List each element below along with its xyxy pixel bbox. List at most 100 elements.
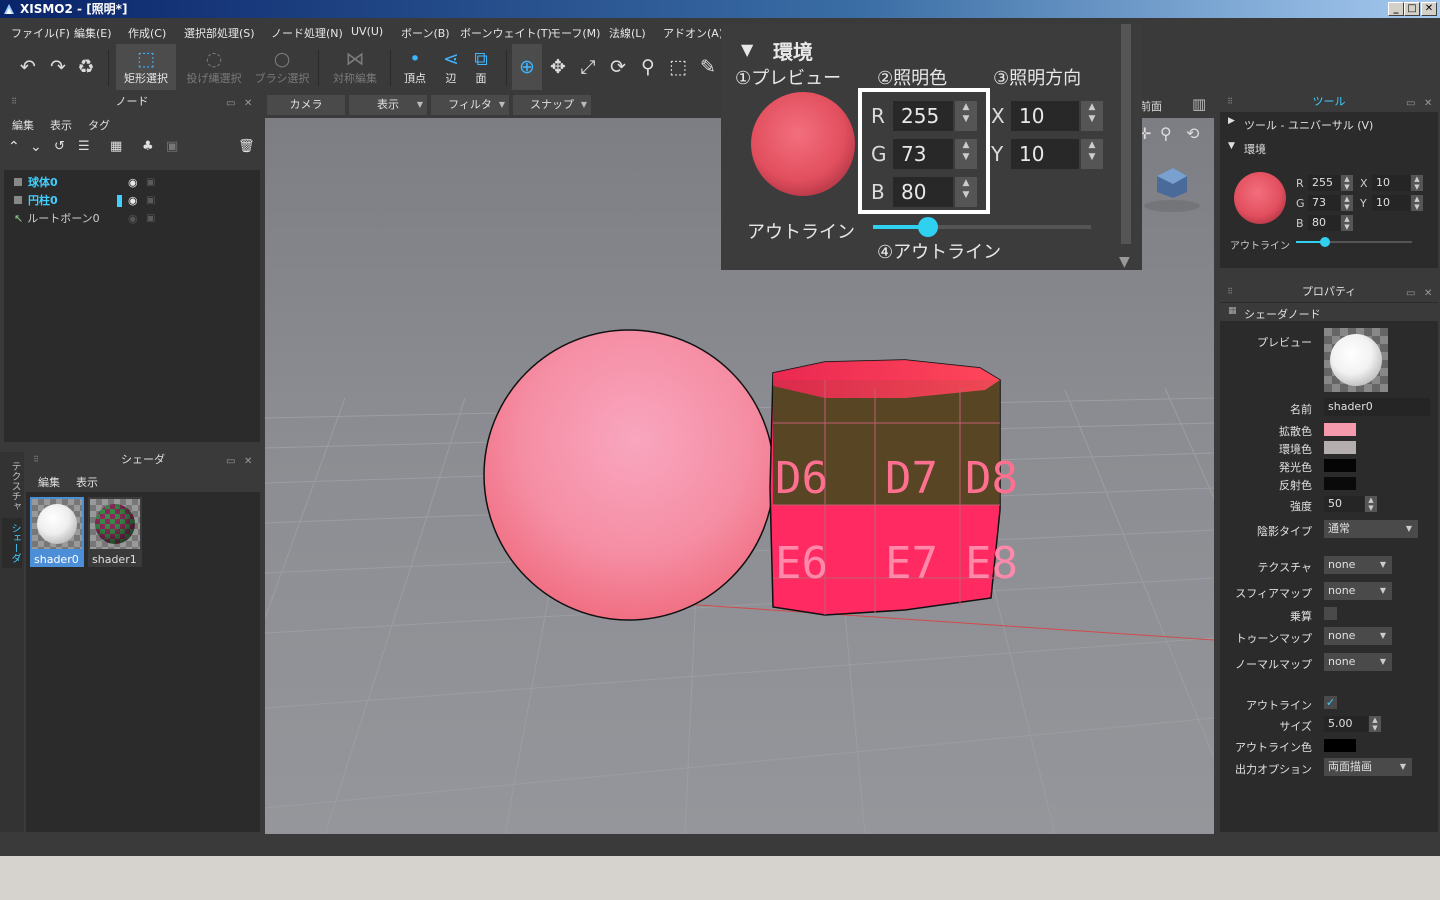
viewport-tab-view[interactable]: 表示 ▼ xyxy=(349,95,427,115)
tool-x-spinner[interactable]: ▲ ▼ xyxy=(1411,175,1423,191)
rect-select-button[interactable]: ⬚ 矩形選択 xyxy=(116,44,176,90)
menu-normal[interactable]: 法線(L) xyxy=(609,25,646,41)
sphere-object[interactable] xyxy=(483,329,775,621)
collapse-triangle-icon[interactable]: ▼ xyxy=(741,40,753,59)
tool-r-field[interactable]: 255 xyxy=(1308,175,1340,191)
panel-close-icon[interactable]: ✕ xyxy=(1424,284,1432,304)
scrollbar[interactable] xyxy=(1121,24,1131,244)
strength-field[interactable]: 50 xyxy=(1324,496,1364,512)
ambient-color-swatch[interactable] xyxy=(1324,441,1356,454)
expand-triangle-icon[interactable]: ▶ xyxy=(1228,116,1235,126)
menu-addon[interactable]: アドオン(A) xyxy=(663,25,723,41)
symmetric-edit-button[interactable]: ⋈ 対称編集 xyxy=(328,44,382,90)
zoom-icon[interactable]: ⚲ xyxy=(1160,124,1172,143)
list-icon[interactable]: ☰ xyxy=(78,139,90,154)
pivot-button[interactable]: ⚲ xyxy=(634,44,662,90)
menu-file[interactable]: ファイル(F) xyxy=(11,25,70,41)
menu-uv[interactable]: UV(U) xyxy=(351,25,383,38)
marquee-button[interactable]: ⬚ xyxy=(664,44,692,90)
close-button[interactable]: ✕ xyxy=(1421,2,1437,16)
lock-icon[interactable]: ▣ xyxy=(146,213,155,224)
env-y-spinner[interactable]: ▲ ▼ xyxy=(1081,139,1103,169)
menu-create[interactable]: 作成(C) xyxy=(128,25,166,41)
slider-knob[interactable] xyxy=(917,217,938,237)
tool-b-spinner[interactable]: ▲ ▼ xyxy=(1341,215,1353,231)
move-button[interactable]: ✥ xyxy=(544,44,572,90)
visibility-eye-icon[interactable]: ◉ xyxy=(128,212,138,225)
menu-bone-weight[interactable]: ボーンウェイト(T) xyxy=(460,25,552,41)
tool-r-spinner[interactable]: ▲ ▼ xyxy=(1341,175,1353,191)
panel-restore-icon[interactable]: ▭ xyxy=(226,452,235,472)
env-x-field[interactable]: 10 xyxy=(1011,101,1079,131)
outline-color-swatch[interactable] xyxy=(1324,739,1356,752)
world-space-button[interactable]: ⊕ xyxy=(512,44,542,90)
diffuse-color-swatch[interactable] xyxy=(1324,423,1356,436)
outline-checkbox[interactable]: ✓ xyxy=(1324,696,1337,709)
toon-map-dropdown[interactable]: none ▼ xyxy=(1324,627,1392,645)
undo-button[interactable]: ↶ xyxy=(14,44,42,90)
tool-y-spinner[interactable]: ▲ ▼ xyxy=(1411,195,1423,211)
env-x-spinner[interactable]: ▲ ▼ xyxy=(1081,101,1103,131)
lock-icon[interactable]: ▣ xyxy=(146,195,155,206)
strength-spinner[interactable]: ▲ ▼ xyxy=(1365,496,1377,512)
vertex-mode-button[interactable]: • 頂点 xyxy=(398,44,432,90)
menu-edit[interactable]: 編集(E) xyxy=(74,25,112,41)
tool-b-field[interactable]: 80 xyxy=(1308,215,1340,231)
collapse-triangle-icon[interactable]: ▼ xyxy=(1228,141,1235,151)
refresh-icon[interactable]: ↺ xyxy=(54,139,65,154)
side-tab-shader[interactable]: シェーダ xyxy=(2,518,22,568)
visibility-eye-icon[interactable]: ◉ xyxy=(128,176,138,189)
panel-close-icon[interactable]: ✕ xyxy=(1424,94,1432,114)
side-tab-texture[interactable]: テクスチャ xyxy=(2,458,22,514)
menu-morph[interactable]: モーフ(M) xyxy=(550,25,600,41)
node-tab-view[interactable]: 表示 xyxy=(50,117,72,133)
redo-button[interactable]: ↷ xyxy=(44,44,72,90)
viewport-tab-filter[interactable]: フィルタ ▼ xyxy=(431,95,509,115)
tool-g-spinner[interactable]: ▲ ▼ xyxy=(1341,195,1353,211)
view-gizmo[interactable] xyxy=(1144,168,1200,212)
lock-icon[interactable]: ▣ xyxy=(146,177,155,188)
scale-button[interactable]: ⤢ xyxy=(574,44,602,90)
visibility-eye-icon[interactable]: ◉ xyxy=(128,194,138,207)
scroll-down-icon[interactable]: ▼ xyxy=(1119,254,1130,270)
viewport-tab-snap[interactable]: スナップ ▼ xyxy=(513,95,591,115)
orbit-icon[interactable]: ⟲ xyxy=(1186,124,1199,143)
group-icon[interactable]: ♣ xyxy=(142,139,154,154)
viewport-tab-camera[interactable]: カメラ xyxy=(267,95,345,115)
shader-tab-view[interactable]: 表示 xyxy=(76,474,98,490)
size-field[interactable]: 5.00 xyxy=(1324,716,1368,732)
tool-x-field[interactable]: 10 xyxy=(1372,175,1410,191)
multiply-checkbox[interactable] xyxy=(1324,607,1337,620)
tool-y-field[interactable]: 10 xyxy=(1372,195,1410,211)
env-y-field[interactable]: 10 xyxy=(1011,139,1079,169)
sphere-map-dropdown[interactable]: none ▼ xyxy=(1324,582,1392,600)
output-option-dropdown[interactable]: 両面描画 ▼ xyxy=(1324,758,1412,776)
menu-selection[interactable]: 選択部処理(S) xyxy=(184,25,255,41)
specular-color-swatch[interactable] xyxy=(1324,477,1356,490)
node-item-root-bone[interactable]: ↖ ルートボーン0 xyxy=(14,211,100,227)
shader-tab-edit[interactable]: 編集 xyxy=(38,474,60,490)
move-up-icon[interactable]: ⌃ xyxy=(8,139,20,155)
panel-restore-icon[interactable]: ▭ xyxy=(1406,94,1415,114)
grid-icon[interactable]: ▦ xyxy=(110,139,122,154)
brush-select-button[interactable]: ○ ブラシ選択 xyxy=(254,44,310,90)
menu-bone[interactable]: ボーン(B) xyxy=(401,25,450,41)
menu-node[interactable]: ノード処理(N) xyxy=(271,25,343,41)
face-mode-button[interactable]: ⧉ 面 xyxy=(466,44,496,90)
panel-close-icon[interactable]: ✕ xyxy=(244,94,252,114)
tool-g-field[interactable]: 73 xyxy=(1308,195,1340,211)
shader-item[interactable]: shader1 xyxy=(88,497,142,567)
edge-mode-button[interactable]: ⋖ 辺 xyxy=(436,44,466,90)
node-item-sphere[interactable]: 球体0 xyxy=(14,175,58,191)
name-field[interactable]: shader0 xyxy=(1324,398,1430,416)
slider-knob[interactable] xyxy=(1320,237,1330,247)
texture-dropdown[interactable]: none ▼ xyxy=(1324,556,1392,574)
maximize-button[interactable]: □ xyxy=(1404,2,1420,16)
panel-close-icon[interactable]: ✕ xyxy=(244,452,252,472)
size-spinner[interactable]: ▲ ▼ xyxy=(1369,716,1381,732)
tool-outline-slider[interactable] xyxy=(1296,237,1412,247)
panel-restore-icon[interactable]: ▭ xyxy=(226,94,235,114)
view-cube-icon[interactable]: ▥ xyxy=(1192,95,1206,113)
panel-restore-icon[interactable]: ▭ xyxy=(1406,284,1415,304)
pen-button[interactable]: ✎ xyxy=(694,44,722,90)
